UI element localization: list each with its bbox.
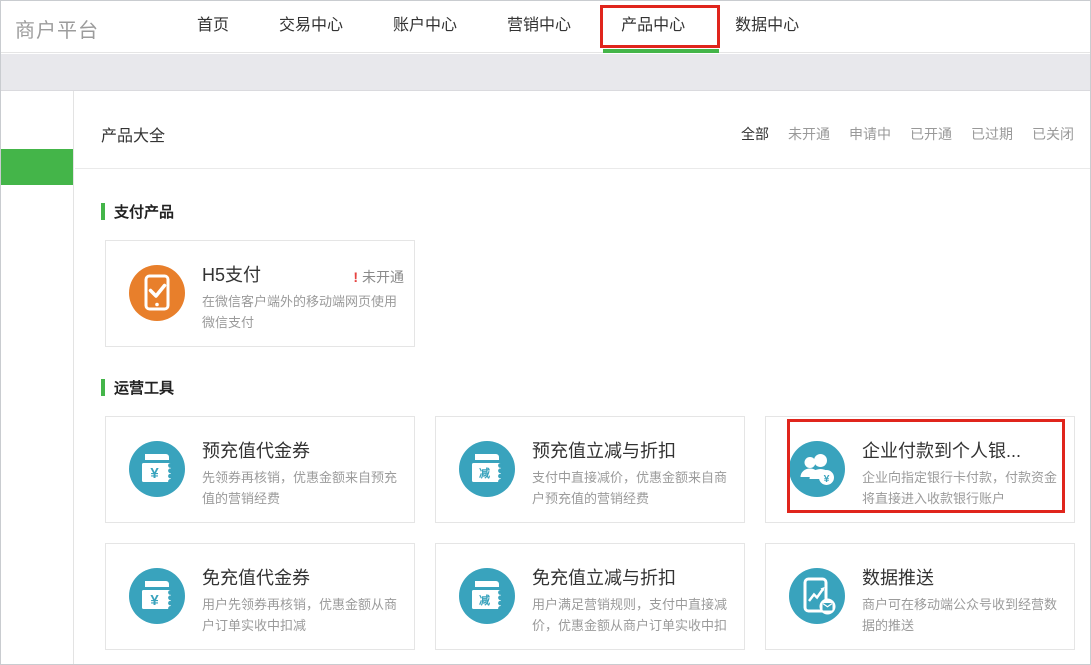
section-title: 运营工具 xyxy=(114,377,174,398)
product-card[interactable]: 减 预充值立减与折扣支付中直接减价，优惠金额来自商户预充值的营销经费 xyxy=(435,416,745,523)
product-card-title: 预充值代金券 xyxy=(202,437,310,463)
svg-text:¥: ¥ xyxy=(824,473,830,485)
coupon-yen-icon: ¥ xyxy=(129,568,185,624)
card-grid: ¥ 预充值代金券先领券再核销，优惠金额来自预充值的营销经费 减 预充值立减与折扣支付… xyxy=(105,416,1077,650)
product-card[interactable]: ¥ 免充值代金券用户先领券再核销，优惠金额从商户订单实收中扣减 xyxy=(105,543,415,650)
filter-item-3[interactable]: 申请中 xyxy=(849,124,891,144)
nav-item-label: 账户中心 xyxy=(393,17,457,34)
filter-item-6[interactable]: 已关闭 xyxy=(1032,124,1074,144)
product-card-title: H5支付 xyxy=(202,261,261,287)
product-card-description: 用户满足营销规则，支付中直接减价，优惠金额从商户订单实收中扣 xyxy=(532,594,734,636)
sidebar xyxy=(1,91,74,664)
card-grid: H5支付!未开通在微信客户端外的移动端网页使用微信支付 xyxy=(105,240,1077,347)
nav-item-4[interactable]: 营销中心 xyxy=(485,1,593,53)
active-tab-underline xyxy=(603,49,719,53)
coupon-yen-icon: ¥ xyxy=(129,441,185,497)
nav-item-3[interactable]: 账户中心 xyxy=(371,1,479,53)
status-exclamation-icon: ! xyxy=(353,269,358,285)
status-filters: 全部未开通申请中已开通已过期已关闭 xyxy=(741,124,1074,144)
app-logo: 商户平台 xyxy=(15,14,99,43)
product-card[interactable]: 减 免充值立减与折扣用户满足营销规则，支付中直接减价，优惠金额从商户订单实收中扣 xyxy=(435,543,745,650)
section-2: 运营工具 ¥ 预充值代金券先领券再核销，优惠金额来自预充值的营销经费 减 预充值立减… xyxy=(75,378,1090,650)
filter-item-4[interactable]: 已开通 xyxy=(910,124,952,144)
product-card-title: 企业付款到个人银... xyxy=(862,437,1021,463)
phone-chart-push-icon xyxy=(789,568,845,624)
page-title: 产品大全 xyxy=(101,122,165,146)
section-1: 支付产品 H5支付!未开通在微信客户端外的移动端网页使用微信支付 xyxy=(75,202,1090,347)
section-accent-bar xyxy=(101,379,105,396)
product-card-title: 免充值立减与折扣 xyxy=(532,564,676,590)
nav-item-label: 产品中心 xyxy=(621,17,685,34)
nav-item-label: 首页 xyxy=(197,17,229,34)
main-content: 产品大全 全部未开通申请中已开通已过期已关闭 支付产品 H5支付!未开通在微信客… xyxy=(75,91,1090,664)
section-title: 支付产品 xyxy=(114,201,174,222)
product-card-description: 企业向指定银行卡付款，付款资金将直接进入收款银行账户 xyxy=(862,467,1064,509)
page-title-row: 产品大全 全部未开通申请中已开通已过期已关闭 xyxy=(75,91,1090,169)
product-card[interactable]: 数据推送商户可在移动端公众号收到经营数据的推送 xyxy=(765,543,1075,650)
section-header: 支付产品 xyxy=(101,202,1090,220)
product-card-title: 数据推送 xyxy=(862,564,934,590)
svg-text:减: 减 xyxy=(479,466,490,480)
product-card-description: 先领券再核销，优惠金额来自预充值的营销经费 xyxy=(202,467,404,509)
product-sections: 支付产品 H5支付!未开通在微信客户端外的移动端网页使用微信支付运营工具 ¥预充… xyxy=(75,202,1090,650)
status-text: 未开通 xyxy=(362,269,404,285)
nav-item-1[interactable]: 首页 xyxy=(175,1,251,53)
svg-text:¥: ¥ xyxy=(150,592,159,609)
phone-check-icon xyxy=(129,265,185,321)
product-card[interactable]: ¥ 企业付款到个人银... 企业向指定银行卡付款，付款资金将直接进入收款银行账户 xyxy=(765,416,1075,523)
product-card-description: 支付中直接减价，优惠金额来自商户预充值的营销经费 xyxy=(532,467,734,509)
coupon-minus-icon: 减 xyxy=(459,441,515,497)
coupon-minus-icon: 减 xyxy=(459,568,515,624)
sidebar-active-item[interactable] xyxy=(1,149,73,185)
top-header: 商户平台 首页 交易中心 账户中心 营销中心 产品中心 数据中心 xyxy=(1,1,1090,53)
people-yen-icon: ¥ xyxy=(789,441,845,497)
section-header: 运营工具 xyxy=(101,378,1090,396)
nav-item-label: 数据中心 xyxy=(735,17,799,34)
page: 商户平台 首页交易中心账户中心营销中心产品中心数据中心 产品大全 全部未开通申请… xyxy=(0,0,1091,665)
product-card[interactable]: ¥ 预充值代金券先领券再核销，优惠金额来自预充值的营销经费 xyxy=(105,416,415,523)
nav-item-label: 交易中心 xyxy=(279,17,343,34)
svg-text:¥: ¥ xyxy=(150,465,159,482)
filter-item-2[interactable]: 未开通 xyxy=(788,124,830,144)
nav-item-2[interactable]: 交易中心 xyxy=(257,1,365,53)
nav-item-6[interactable]: 数据中心 xyxy=(713,1,821,53)
product-card-title: 预充值立减与折扣 xyxy=(532,437,676,463)
product-card-description: 在微信客户端外的移动端网页使用微信支付 xyxy=(202,291,404,333)
svg-text:减: 减 xyxy=(479,593,490,607)
top-nav: 首页 交易中心 账户中心 营销中心 产品中心 数据中心 xyxy=(175,1,821,53)
product-card[interactable]: H5支付!未开通在微信客户端外的移动端网页使用微信支付 xyxy=(105,240,415,347)
section-accent-bar xyxy=(101,203,105,220)
nav-item-label: 营销中心 xyxy=(507,17,571,34)
subnav-band xyxy=(1,54,1090,91)
product-card-description: 用户先领券再核销，优惠金额从商户订单实收中扣减 xyxy=(202,594,404,636)
product-card-title: 免充值代金券 xyxy=(202,564,310,590)
nav-item-5[interactable]: 产品中心 xyxy=(599,1,707,53)
filter-item-1[interactable]: 全部 xyxy=(741,124,769,144)
status-badge: !未开通 xyxy=(353,267,404,287)
filter-item-5[interactable]: 已过期 xyxy=(971,124,1013,144)
product-card-description: 商户可在移动端公众号收到经营数据的推送 xyxy=(862,594,1064,636)
